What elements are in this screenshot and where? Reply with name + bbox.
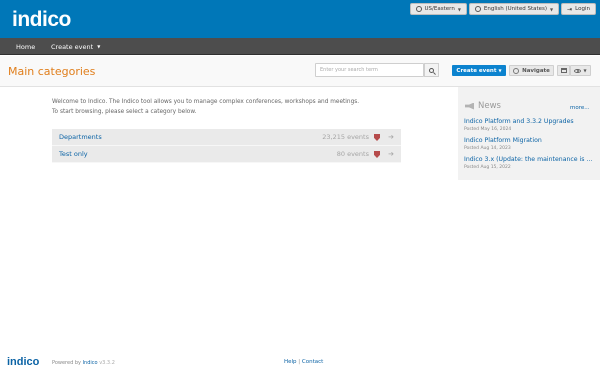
news-item: Indico Platform and 3.3.2 Upgrades Poste… — [464, 118, 596, 132]
news-panel: News more... Indico Platform and 3.3.2 U… — [458, 87, 600, 180]
help-link[interactable]: Help — [284, 359, 297, 365]
category-list: Departments 23,215 events ➔ Test only 80… — [52, 129, 401, 163]
clock-icon — [415, 6, 422, 12]
news-item-date: Posted Aug 15, 2022 — [464, 165, 511, 170]
version-label: v3.3.2 — [99, 360, 115, 366]
navigate-label: Navigate — [522, 67, 550, 74]
nav-item-label: Create event — [51, 42, 94, 51]
category-row-test-only[interactable]: Test only 80 events ➔ — [52, 146, 401, 163]
category-name[interactable]: Departments — [59, 133, 102, 141]
search-button[interactable] — [424, 63, 439, 77]
arrow-right-icon[interactable]: ➔ — [388, 133, 394, 141]
page-title: Main categories — [8, 65, 96, 78]
calendar-icon — [560, 68, 567, 73]
login-icon: ⇥ — [567, 5, 573, 13]
create-event-button[interactable]: Create event ▼ — [452, 65, 506, 76]
news-more-link[interactable]: more... — [570, 105, 590, 111]
news-item-title[interactable]: Indico 3.x (Update: the maintenance is n… — [464, 156, 596, 163]
category-count: 23,215 events — [322, 133, 369, 141]
news-item-title[interactable]: Indico Platform and 3.3.2 Upgrades — [464, 118, 596, 125]
news-item-title[interactable]: Indico Platform Migration — [464, 137, 596, 144]
footer: indico Powered by Indico v3.3.2 Help | C… — [0, 352, 600, 375]
footer-logo[interactable]: indico — [7, 356, 39, 368]
category-row-departments[interactable]: Departments 23,215 events ➔ — [52, 129, 401, 146]
calendar-button[interactable] — [557, 65, 570, 76]
chevron-down-icon: ▼ — [97, 44, 101, 49]
news-item: Indico 3.x (Update: the maintenance is n… — [464, 156, 596, 170]
category-name[interactable]: Test only — [59, 150, 88, 158]
language-button[interactable]: English (United States) ▼ — [468, 3, 560, 15]
indico-logo[interactable]: indico — [12, 8, 71, 32]
compass-icon — [513, 67, 520, 74]
search-placeholder: Enter your search term — [320, 67, 378, 73]
view-options-button[interactable]: ▼ — [570, 65, 591, 76]
nav-item-create-event[interactable]: Create event ▼ — [51, 38, 100, 55]
search-icon — [429, 67, 434, 73]
chevron-down-icon: ▼ — [457, 6, 461, 12]
news-item: Indico Platform Migration Posted Aug 14,… — [464, 137, 596, 151]
nav-item-label: Home — [16, 42, 36, 51]
main-navbar: Home Create event ▼ — [0, 38, 600, 55]
news-title: News — [478, 101, 501, 111]
welcome-text: Welcome to Indico. The Indico tool allow… — [52, 98, 392, 117]
welcome-line-1: Welcome to Indico. The Indico tool allow… — [52, 99, 360, 105]
create-event-label: Create event — [456, 67, 497, 74]
megaphone-icon — [465, 102, 474, 110]
language-label: English (United States) — [483, 6, 548, 12]
eye-icon — [574, 68, 582, 73]
timezone-label: US/Eastern — [424, 6, 455, 12]
timezone-button[interactable]: US/Eastern ▼ — [409, 3, 467, 15]
news-header: News — [465, 101, 501, 111]
news-item-date: Posted May 16, 2024 — [464, 127, 512, 132]
login-label: Login — [575, 6, 590, 12]
powered-by-label: Powered by — [52, 360, 81, 366]
category-count: 80 events — [336, 150, 369, 158]
top-header: indico US/Eastern ▼ English (United Stat… — [0, 0, 600, 38]
chevron-down-icon: ▼ — [583, 68, 587, 73]
footer-separator: | — [298, 359, 301, 365]
welcome-line-2: To start browsing, please select a categ… — [52, 108, 197, 115]
top-toolbar: US/Eastern ▼ English (United States) ▼ ⇥… — [409, 3, 596, 15]
logo-text: indico — [12, 8, 71, 31]
globe-icon — [474, 6, 481, 12]
news-item-date: Posted Aug 14, 2023 — [464, 146, 511, 151]
indico-link[interactable]: Indico — [83, 360, 98, 366]
chevron-down-icon: ▼ — [550, 6, 554, 12]
chevron-down-icon: ▼ — [498, 68, 502, 73]
nav-item-home[interactable]: Home — [16, 38, 35, 55]
arrow-right-icon[interactable]: ➔ — [388, 150, 394, 158]
shield-icon — [374, 134, 380, 141]
contact-link[interactable]: Contact — [302, 359, 323, 365]
footer-links: Help | Contact — [284, 359, 323, 365]
powered-by: Powered by Indico v3.3.2 — [52, 360, 115, 366]
search-input[interactable]: Enter your search term — [315, 63, 424, 77]
footer-logo-text: indico — [7, 356, 40, 368]
shield-icon — [374, 151, 380, 158]
title-bar: Main categories Enter your search term C… — [0, 56, 600, 87]
navigate-button[interactable]: Navigate — [509, 65, 554, 76]
login-button[interactable]: ⇥ Login — [561, 3, 596, 15]
